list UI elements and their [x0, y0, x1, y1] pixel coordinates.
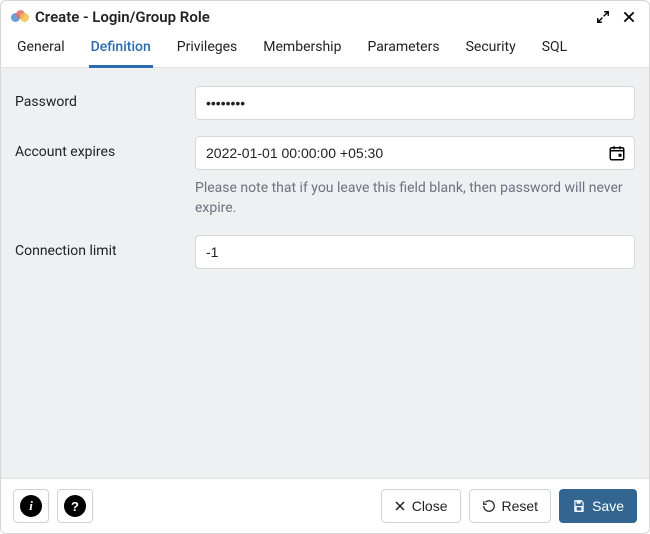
tab-parameters[interactable]: Parameters — [365, 31, 441, 68]
create-login-group-role-dialog: Create - Login/Group Role General Defini… — [0, 0, 650, 534]
row-account-expires: Account expires Please note that if you … — [15, 136, 635, 219]
tab-sql[interactable]: SQL — [540, 31, 569, 68]
tab-definition[interactable]: Definition — [89, 31, 153, 68]
titlebar: Create - Login/Group Role — [1, 1, 649, 31]
tab-privileges[interactable]: Privileges — [175, 31, 240, 68]
expand-icon[interactable] — [593, 7, 613, 27]
tabs: General Definition Privileges Membership… — [1, 31, 649, 68]
close-small-icon — [394, 500, 406, 512]
calendar-icon[interactable] — [607, 143, 627, 163]
footer: i ? Close Reset Save — [1, 478, 649, 533]
label-connection-limit: Connection limit — [15, 235, 195, 259]
account-expires-input[interactable] — [195, 136, 635, 170]
tab-security[interactable]: Security — [464, 31, 518, 68]
close-icon[interactable] — [619, 7, 639, 27]
tab-general[interactable]: General — [15, 31, 67, 68]
connection-limit-input[interactable] — [195, 235, 635, 269]
reset-button-label: Reset — [502, 498, 539, 514]
label-password: Password — [15, 86, 195, 110]
save-icon — [572, 499, 586, 513]
reset-button[interactable]: Reset — [469, 489, 552, 523]
app-icon — [11, 10, 29, 24]
tab-membership[interactable]: Membership — [261, 31, 343, 68]
save-button[interactable]: Save — [559, 489, 637, 523]
close-button[interactable]: Close — [381, 489, 461, 523]
info-button[interactable]: i — [13, 489, 49, 523]
password-input[interactable] — [195, 86, 635, 120]
account-expires-helper: Please note that if you leave this field… — [195, 178, 635, 219]
row-password: Password — [15, 86, 635, 120]
save-button-label: Save — [592, 498, 624, 514]
label-account-expires: Account expires — [15, 136, 195, 160]
dialog-title: Create - Login/Group Role — [35, 8, 587, 26]
info-icon: i — [20, 495, 42, 517]
help-button[interactable]: ? — [57, 489, 93, 523]
reset-icon — [482, 499, 496, 513]
dialog-body: Password Account expires — [1, 68, 649, 478]
row-connection-limit: Connection limit — [15, 235, 635, 269]
help-icon: ? — [64, 495, 86, 517]
close-button-label: Close — [412, 498, 448, 514]
